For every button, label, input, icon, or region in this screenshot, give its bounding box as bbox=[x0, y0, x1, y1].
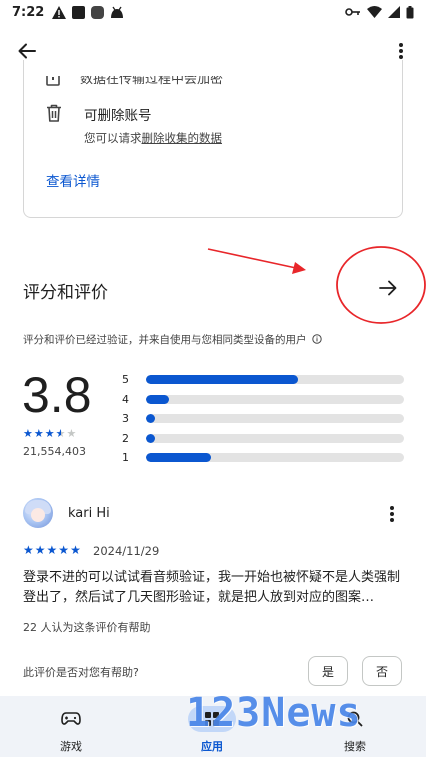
helpful-yes-button[interactable]: 是 bbox=[308, 656, 348, 686]
helpful-no-button[interactable]: 否 bbox=[362, 656, 402, 686]
histogram-row: 4 bbox=[122, 390, 404, 410]
star-icon: ★ bbox=[70, 543, 81, 557]
android-icon bbox=[111, 6, 124, 18]
rating-count: 21,554,403 bbox=[23, 445, 86, 458]
nav-apps-label: 应用 bbox=[201, 740, 223, 753]
annotation-arrow-line bbox=[207, 248, 297, 269]
delete-account-desc: 您可以请求删除收集的数据 bbox=[84, 130, 222, 146]
trash-icon bbox=[47, 104, 61, 122]
see-details-link[interactable]: 查看详情 bbox=[46, 170, 100, 190]
histogram-fill bbox=[146, 375, 299, 385]
reviewer-name: kari Hi bbox=[68, 506, 110, 521]
nav-games-label: 游戏 bbox=[60, 740, 82, 753]
histogram-row: 1 bbox=[122, 448, 404, 468]
star-icon: ★ bbox=[23, 427, 33, 440]
histogram-label: 1 bbox=[122, 451, 129, 465]
helpful-count: 22 人认为这条评价有帮助 bbox=[23, 621, 151, 634]
histogram-fill bbox=[146, 414, 156, 424]
encryption-row: 数据在传输过程中会加密 bbox=[46, 72, 224, 87]
star-empty-icon: ★ bbox=[66, 427, 77, 440]
histogram-track bbox=[146, 375, 404, 385]
histogram-label: 4 bbox=[122, 392, 129, 406]
review-stars: ★ ★ ★ ★ ★ bbox=[23, 544, 81, 556]
histogram-label: 5 bbox=[122, 373, 129, 387]
verify-note-text: 评分和评价已经过验证，并来自使用与您相同类型设备的用户 bbox=[23, 334, 307, 346]
histogram-track bbox=[146, 453, 404, 463]
histogram-row: 3 bbox=[122, 409, 404, 429]
rating-histogram: 5 4 3 2 1 bbox=[122, 370, 404, 468]
nav-games[interactable]: 游戏 bbox=[31, 706, 111, 754]
delete-data-link[interactable]: 删除收集的数据 bbox=[142, 131, 223, 145]
signal-icon bbox=[388, 6, 400, 18]
warning-icon bbox=[52, 5, 67, 19]
more-vert-icon bbox=[390, 506, 394, 522]
key-icon bbox=[345, 8, 360, 16]
delete-account-row: 可删除账号 您可以请求删除收集的数据 bbox=[46, 104, 222, 146]
encryption-text: 数据在传输过程中会加密 bbox=[80, 72, 224, 87]
status-right-icons bbox=[345, 5, 414, 19]
info-icon[interactable] bbox=[312, 334, 322, 344]
star-icon: ★ bbox=[58, 543, 70, 557]
ratings-verify-note: 评分和评价已经过验证，并来自使用与您相同类型设备的用户 bbox=[23, 332, 322, 347]
ratings-section-title: 评分和评价 bbox=[23, 283, 108, 303]
status-left-icons bbox=[52, 5, 124, 19]
ratings-more-button[interactable] bbox=[374, 274, 402, 302]
histogram-fill bbox=[146, 394, 170, 404]
gamepad-icon bbox=[61, 712, 81, 725]
histogram-track bbox=[146, 394, 404, 404]
helpful-question: 此评价是否对您有帮助? bbox=[23, 666, 139, 679]
arrow-back-icon bbox=[18, 43, 36, 59]
star-icon: ★ bbox=[33, 427, 44, 440]
histogram-row: 5 bbox=[122, 370, 404, 390]
average-stars: ★ ★ ★ ★ ★ bbox=[23, 428, 76, 439]
histogram-fill bbox=[146, 453, 211, 463]
histogram-track bbox=[146, 414, 404, 424]
annotation-arrow-head bbox=[292, 262, 306, 274]
histogram-row: 2 bbox=[122, 429, 404, 449]
arrow-forward-icon bbox=[379, 280, 397, 296]
square-rounded-icon bbox=[91, 5, 105, 19]
delete-desc-prefix: 您可以请求 bbox=[84, 131, 142, 145]
avatar bbox=[23, 498, 53, 528]
review-text: 登录不进的可以试试看音频验证，我一开始也被怀疑不是人类强制登出了，然后试了几天图… bbox=[23, 570, 401, 605]
data-safety-card: 数据在传输过程中会加密 可删除账号 您可以请求删除收集的数据 查看详情 bbox=[23, 60, 403, 218]
battery-icon bbox=[406, 5, 414, 18]
star-icon: ★ bbox=[23, 543, 34, 557]
nav-search-label: 搜索 bbox=[344, 740, 366, 753]
status-bar: 7:22 bbox=[0, 0, 426, 24]
histogram-label: 2 bbox=[122, 431, 129, 445]
review-date: 2024/11/29 bbox=[93, 544, 160, 558]
review-more-button[interactable] bbox=[381, 502, 403, 526]
nav-games-pill bbox=[47, 706, 95, 732]
star-icon: ★ bbox=[46, 543, 58, 557]
histogram-label: 3 bbox=[122, 412, 129, 426]
more-vert-icon bbox=[399, 43, 403, 59]
histogram-fill bbox=[146, 433, 156, 443]
star-half-icon: ★ bbox=[55, 427, 66, 440]
upload-lock-icon bbox=[46, 76, 60, 86]
wifi-icon bbox=[367, 6, 382, 18]
average-rating: 3.8 bbox=[22, 367, 92, 423]
histogram-track bbox=[146, 433, 404, 443]
star-icon: ★ bbox=[44, 427, 55, 440]
square-icon bbox=[72, 5, 86, 19]
star-icon: ★ bbox=[34, 543, 46, 557]
delete-account-title: 可删除账号 bbox=[84, 108, 152, 124]
status-time: 7:22 bbox=[12, 4, 45, 20]
watermark-logo: 123News bbox=[186, 690, 362, 736]
